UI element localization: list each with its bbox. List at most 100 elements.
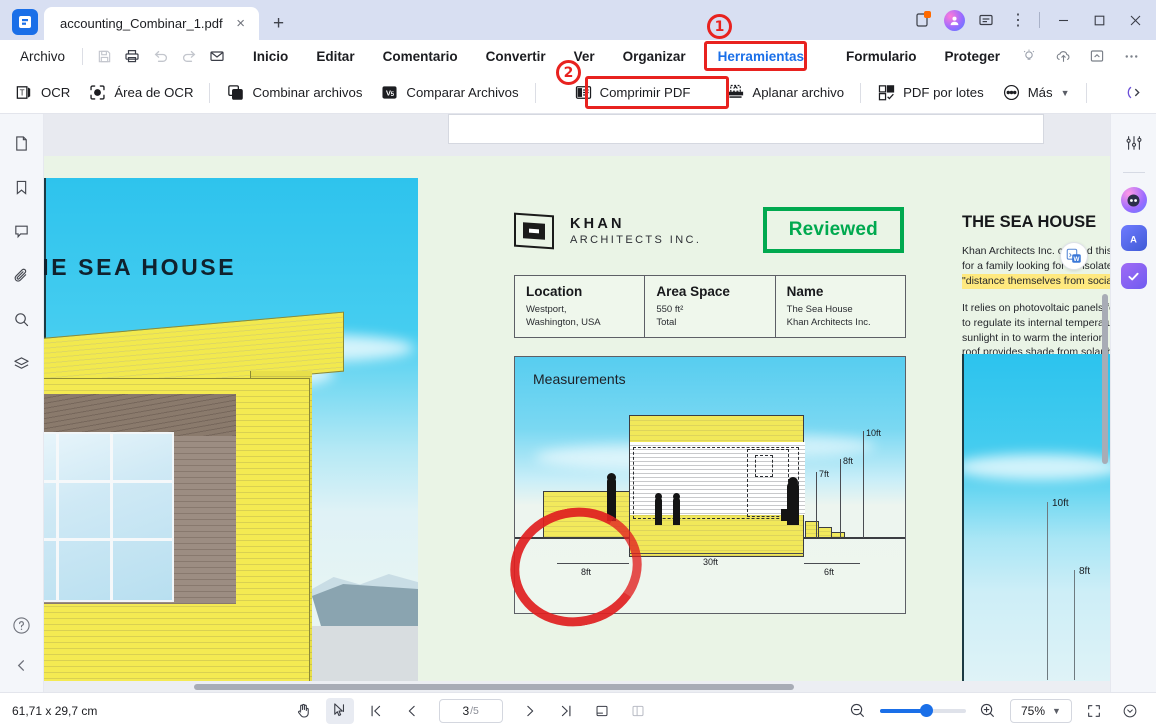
mail-icon[interactable]	[203, 44, 231, 68]
paragraph-line: sunlight in to warm the interiors in wi	[962, 331, 1110, 344]
menu-item-formulario[interactable]: Formulario	[832, 45, 931, 68]
save-icon[interactable]	[90, 44, 118, 68]
batch-pdf-button[interactable]: PDF por lotes	[868, 78, 993, 107]
next-page-icon[interactable]	[516, 698, 544, 724]
continuous-view-icon[interactable]	[624, 698, 652, 724]
zoom-level-select[interactable]: 75% ▼	[1009, 698, 1072, 723]
vertical-scrollbar[interactable]	[1102, 294, 1108, 464]
stair-step	[818, 527, 832, 538]
info-value: Westport, Washington, USA	[526, 304, 601, 328]
close-button[interactable]	[1118, 5, 1152, 35]
flatten-file-button[interactable]: Aplanar archivo	[717, 78, 853, 107]
collapse-ribbon-icon[interactable]	[1082, 44, 1112, 68]
flatten-file-icon	[726, 83, 745, 102]
undo-icon[interactable]	[146, 44, 174, 68]
info-header: Name	[786, 284, 824, 299]
redo-icon[interactable]	[175, 44, 203, 68]
more-tools-button[interactable]: Más ▼	[993, 78, 1079, 107]
window-outline	[755, 455, 773, 477]
menu-item-proteger[interactable]: Proteger	[930, 45, 1014, 68]
window-more-icon[interactable]: ⋮	[1003, 5, 1033, 35]
more-view-icon[interactable]	[1116, 698, 1144, 724]
compare-files-button[interactable]: V5 Comparar Archivos	[371, 78, 527, 107]
layers-icon[interactable]	[7, 348, 37, 378]
ai-robot-icon[interactable]	[1120, 187, 1147, 213]
horizontal-scrollbar-thumb[interactable]	[194, 684, 794, 690]
flatten-file-label: Aplanar archivo	[752, 85, 845, 100]
translate-icon[interactable]: A	[1120, 225, 1147, 251]
user-avatar[interactable]	[939, 5, 969, 35]
notification-badge	[924, 11, 931, 18]
attachment-icon[interactable]	[7, 260, 37, 290]
help-icon[interactable]	[7, 610, 37, 640]
page-number-input[interactable]: 3 /5	[438, 698, 503, 723]
dimension-label-30ft: 30ft	[703, 557, 719, 567]
menu-divider	[82, 47, 83, 65]
batch-pdf-label: PDF por lotes	[903, 85, 984, 100]
document-tab[interactable]: accounting_Combinar_1.pdf ×	[44, 7, 259, 40]
lightbulb-icon[interactable]	[1014, 44, 1044, 68]
search-icon[interactable]	[7, 304, 37, 334]
document-canvas[interactable]: HE SEA HOUSE KHAN ARCHITECTS INC. Review…	[44, 114, 1110, 692]
info-cell-location: Location Westport, Washington, USA	[515, 276, 646, 337]
paragraph-line: to regulate its internal temperature. T	[962, 316, 1110, 329]
menu-item-editar[interactable]: Editar	[302, 45, 368, 68]
ocr-area-button[interactable]: Área de OCR	[79, 78, 202, 107]
new-tab-icon[interactable]: +	[265, 9, 293, 37]
first-page-icon[interactable]	[362, 698, 390, 724]
stair-step	[831, 532, 845, 538]
menu-archivo[interactable]: Archivo	[10, 49, 75, 64]
properties-sliders-icon[interactable]	[1119, 128, 1149, 158]
left-sidebar	[0, 114, 44, 692]
main-body: HE SEA HOUSE KHAN ARCHITECTS INC. Review…	[0, 114, 1156, 692]
word-convert-icon[interactable]: W	[1060, 242, 1088, 270]
maximize-button[interactable]	[1082, 5, 1116, 35]
collapse-left-icon[interactable]	[7, 650, 37, 680]
person-silhouette-child	[673, 497, 680, 525]
new-document-icon[interactable]	[907, 5, 937, 35]
more-options-icon[interactable]	[1116, 44, 1146, 68]
cloud-shape	[964, 454, 1110, 480]
comment-icon[interactable]	[7, 216, 37, 246]
prev-page-icon[interactable]	[398, 698, 426, 724]
title-bar-actions: ⋮	[907, 0, 1156, 40]
feedback-icon[interactable]	[971, 5, 1001, 35]
minimize-button[interactable]	[1046, 5, 1080, 35]
menu-item-herramientas[interactable]: Herramientas	[700, 45, 822, 68]
hand-tool-icon[interactable]	[290, 698, 318, 724]
close-tab-icon[interactable]: ×	[231, 14, 251, 34]
menu-item-comentario[interactable]: Comentario	[369, 45, 472, 68]
zoom-out-icon[interactable]	[844, 698, 872, 724]
zoom-in-icon[interactable]	[974, 698, 1002, 724]
horizontal-scrollbar-track[interactable]	[44, 681, 1110, 692]
ribbon-divider-2	[534, 82, 536, 103]
combine-files-button[interactable]: Combinar archivos	[217, 78, 371, 107]
select-tool-icon[interactable]	[325, 697, 354, 724]
window-mullion	[110, 434, 113, 600]
zoom-slider[interactable]	[879, 703, 966, 719]
last-page-icon[interactable]	[552, 698, 580, 724]
dimension-line-8ft-r	[1074, 570, 1075, 680]
zoom-level-value: 75%	[1021, 703, 1046, 718]
print-icon[interactable]	[118, 44, 146, 68]
thumbnails-icon[interactable]	[7, 128, 37, 158]
menu-item-organizar[interactable]: Organizar	[609, 45, 700, 68]
ribbon-expand-button[interactable]	[1121, 79, 1150, 106]
ocr-area-label: Área de OCR	[114, 85, 194, 100]
ocr-button[interactable]: T OCR	[6, 78, 79, 107]
highlighted-text: "distance themselves from social stre	[962, 273, 1110, 289]
pdf-page-3: HE SEA HOUSE KHAN ARCHITECTS INC. Review…	[44, 156, 1110, 684]
menu-item-inicio[interactable]: Inicio	[239, 45, 302, 68]
menu-item-convertir[interactable]: Convertir	[472, 45, 560, 68]
slider-knob[interactable]	[919, 704, 933, 717]
cloud-upload-icon[interactable]	[1048, 44, 1078, 68]
check-task-icon[interactable]	[1120, 263, 1147, 289]
ribbon-overflow	[1121, 79, 1150, 106]
compress-pdf-button[interactable]: Comprimir PDF	[565, 78, 700, 107]
left-sidebar-bottom	[7, 610, 37, 692]
single-page-view-icon[interactable]	[588, 698, 616, 724]
bookmark-icon[interactable]	[7, 172, 37, 202]
title-bar-divider	[1039, 12, 1040, 28]
dimension-label-10ft: 10ft	[866, 428, 882, 438]
fit-screen-icon[interactable]	[1080, 698, 1108, 724]
